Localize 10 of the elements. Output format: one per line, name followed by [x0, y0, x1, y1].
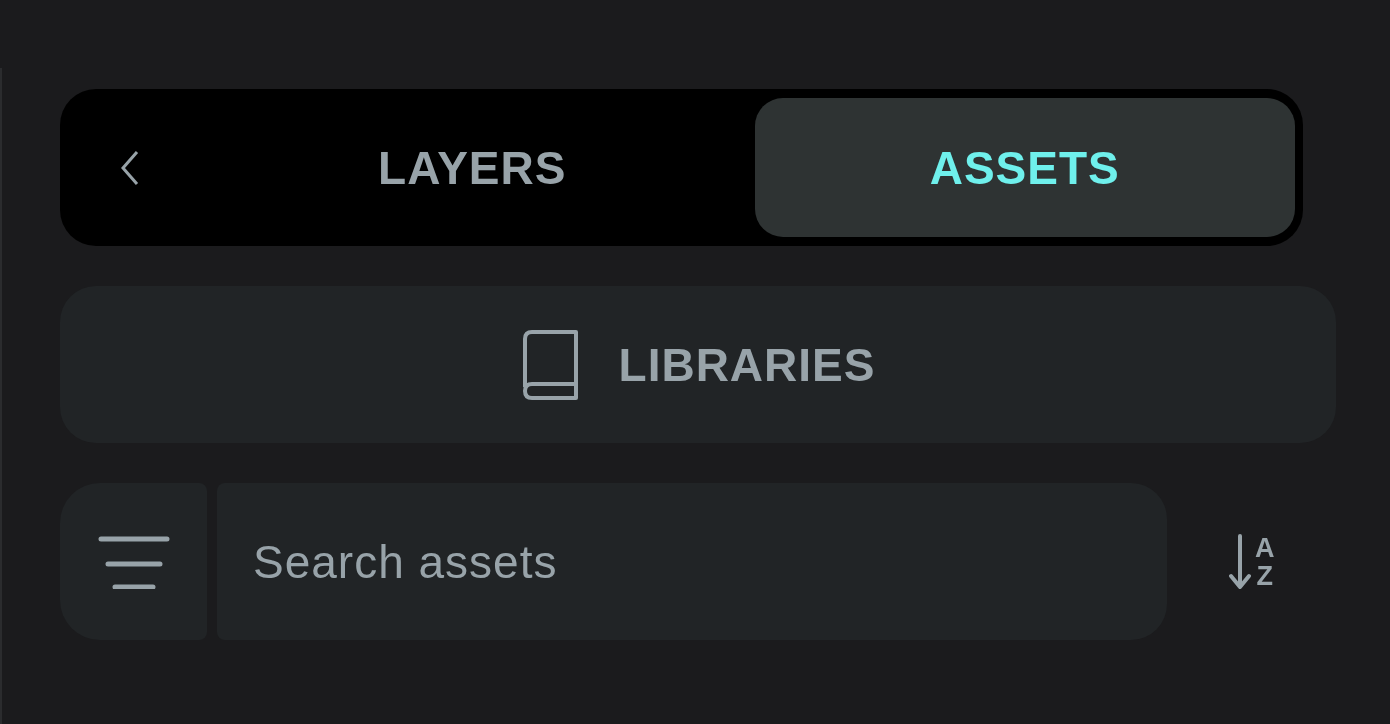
search-field[interactable]: Search assets [217, 483, 1167, 640]
down-arrow-icon [1229, 533, 1251, 590]
filter-icon [96, 534, 171, 589]
book-icon [520, 328, 579, 401]
libraries-button[interactable]: LIBRARIES [60, 286, 1336, 443]
filter-button[interactable] [60, 483, 207, 640]
chevron-left-icon [119, 149, 140, 186]
tab[interactable]: LAYERS [202, 98, 743, 237]
tab[interactable]: ASSETS [754, 98, 1295, 237]
sort-button[interactable]: A Z [1229, 533, 1275, 590]
